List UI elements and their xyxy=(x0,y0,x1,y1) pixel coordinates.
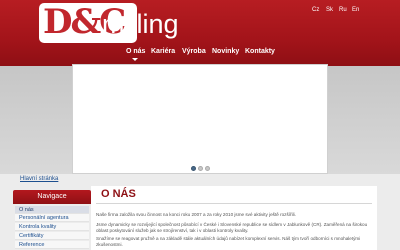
logo-text[interactable]: milling xyxy=(102,7,179,41)
sidebar-item-o-nas[interactable]: O nás xyxy=(15,206,89,214)
slider-dot-1[interactable] xyxy=(191,166,196,171)
active-nav-indicator xyxy=(132,58,138,61)
page-title: O NÁS xyxy=(101,188,136,200)
title-divider xyxy=(96,203,372,204)
paragraph-3: Snažíme se reagovat pružně a na základě … xyxy=(96,236,361,247)
paragraph-1: Naše firma založila svou činnost na konc… xyxy=(96,212,296,217)
sidebar-item-personalni-agentura[interactable]: Personální agentura xyxy=(15,214,89,222)
nav-o-nas[interactable]: O nás xyxy=(126,48,145,55)
nav-kontakty[interactable]: Kontakty xyxy=(245,48,275,55)
nav-novinky[interactable]: Novinky xyxy=(212,48,239,55)
lang-en[interactable]: En xyxy=(352,7,359,13)
lang-cz[interactable]: Cz xyxy=(312,7,319,13)
nav-vyroba[interactable]: Výroba xyxy=(182,48,206,55)
sidebar-item-kontrola-kvality[interactable]: Kontrola kvality xyxy=(15,223,89,231)
image-slider[interactable] xyxy=(72,64,328,174)
lang-ru[interactable]: Ru xyxy=(339,7,347,13)
sidebar-item-reference[interactable]: Reference xyxy=(15,241,89,249)
sidebar-navigation: Navigace O nás Personální agentura Kontr… xyxy=(13,190,91,250)
slider-dot-2[interactable] xyxy=(198,166,203,171)
slider-dot-3[interactable] xyxy=(205,166,210,171)
paragraph-2: Jsme dynamicky se rozvíjející společnost… xyxy=(96,222,368,233)
nav-kariera[interactable]: Kariéra xyxy=(151,48,175,55)
sidebar-heading: Navigace xyxy=(13,190,91,204)
breadcrumb-home[interactable]: Hlavní stránka xyxy=(20,176,58,182)
sidebar-item-certifikaty[interactable]: Certifikáty xyxy=(15,232,89,240)
lang-sk[interactable]: Sk xyxy=(326,7,333,13)
